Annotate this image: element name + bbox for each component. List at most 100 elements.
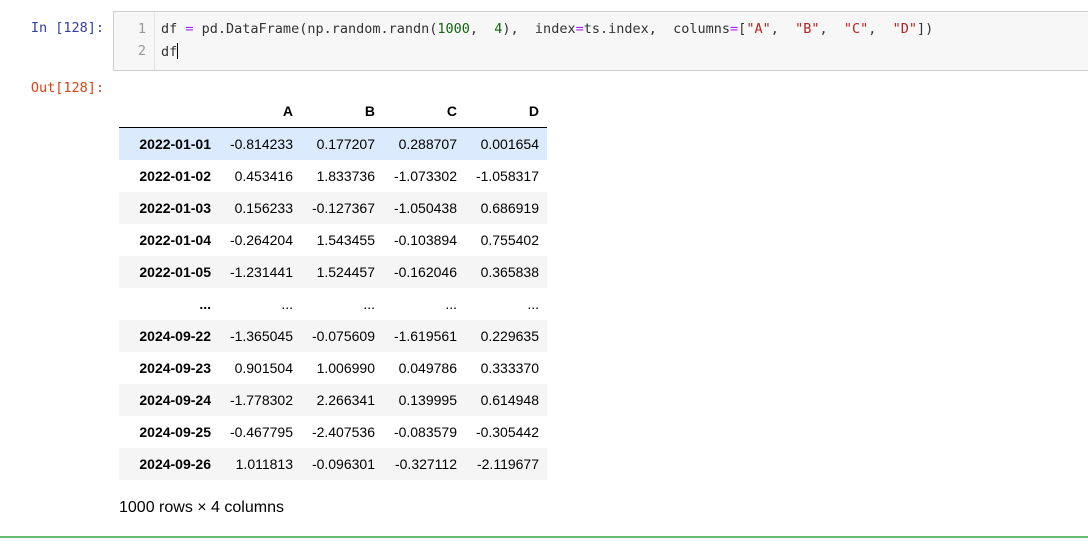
output-prompt: Out[128]: (30, 80, 104, 96)
table-cell: 0.755402 (480, 232, 539, 248)
table-cell: 0.156233 (234, 200, 293, 216)
column-header: D (465, 95, 547, 128)
table-row: 2022-01-01 -0.814233 0.177207 0.288707 0.001… (119, 127, 547, 160)
code-token: = (185, 21, 194, 37)
table-cell: 1.006990 (316, 360, 375, 376)
table-cell: -0.103894 (393, 232, 457, 248)
code-token: "A" (746, 21, 771, 37)
table-cell: 1.833736 (316, 168, 375, 184)
table-cell: -0.305442 (475, 424, 539, 440)
row-index-label: 2022-01-03 (139, 200, 211, 216)
table-cell: ... (445, 296, 457, 312)
table-row: 2022-01-04 -0.264204 1.543455 -0.103894 0.75… (119, 224, 547, 256)
notebook-cell[interactable]: In [128]: 1 2 df = pd.DataFrame(np.rando… (0, 0, 1088, 538)
column-header: C (383, 95, 465, 128)
table-cell: -0.075609 (311, 328, 375, 344)
table-cell: 0.686919 (480, 200, 539, 216)
code-token: = (730, 21, 739, 37)
table-cell: -0.162046 (393, 264, 457, 280)
row-index-label: 2022-01-01 (139, 136, 211, 152)
code-token: "D" (892, 21, 918, 37)
table-cell: 0.049786 (398, 360, 457, 376)
table-cell: -2.407536 (311, 424, 375, 440)
table-cell: -1.778302 (229, 392, 293, 408)
row-index-label: 2024-09-22 (139, 328, 211, 344)
table-cell: -0.096301 (311, 456, 375, 472)
code-line-1[interactable]: df = pd.DataFrame(np.random.randn(1000, … (161, 21, 933, 37)
table-cell: -0.264204 (229, 232, 293, 248)
table-row: 2024-09-26 1.011813 -0.096301 -0.327112 -2.1… (119, 448, 547, 480)
code-token: , (868, 21, 893, 37)
table-cell: -1.619561 (393, 328, 457, 344)
table-cell: 0.001654 (480, 136, 539, 152)
code-input-area[interactable]: 1 2 df = pd.DataFrame(np.random.randn(10… (113, 11, 1088, 71)
table-cell: -0.327112 (394, 456, 457, 472)
row-index-label: 2022-01-02 (139, 168, 211, 184)
text-cursor (177, 43, 179, 59)
table-cell: -1.231441 (229, 264, 293, 280)
line-number-gutter: 1 2 (114, 12, 155, 70)
table-row: 2022-01-03 0.156233 -0.127367 -1.050438 0.68… (119, 192, 547, 224)
row-index-label: 2024-09-25 (139, 424, 211, 440)
row-index-label: 2022-01-05 (139, 264, 211, 280)
table-cell: 0.453416 (234, 168, 293, 184)
table-cell: ... (281, 296, 293, 312)
table-cell: 0.614948 (480, 392, 539, 408)
table-cell: 1.543455 (316, 232, 375, 248)
line-number: 2 (137, 43, 146, 59)
table-cell: 1.011813 (235, 456, 293, 472)
code-token: "C" (843, 21, 869, 37)
table-cell: 2.266341 (316, 392, 375, 408)
table-cell: 0.365838 (480, 264, 539, 280)
code-token: , (770, 21, 796, 37)
table-cell: 0.139995 (398, 392, 457, 408)
table-cell: -0.467795 (229, 424, 293, 440)
code-token: , (469, 21, 495, 37)
row-index-label: 2022-01-04 (139, 232, 211, 248)
table-cell: -0.814233 (229, 136, 293, 152)
row-index-label: 2024-09-23 (139, 360, 211, 376)
table-cell: -0.083579 (393, 424, 457, 440)
table-row: 2022-01-05 -1.231441 1.524457 -0.162046 0.36… (119, 256, 547, 288)
code-token: = (575, 21, 584, 37)
table-row: ............... (119, 288, 547, 320)
table-cell: ... (527, 296, 539, 312)
column-header: A (219, 95, 301, 128)
table-cell: -1.050438 (393, 200, 457, 216)
table-cell: -1.365045 (229, 328, 293, 344)
line-number: 1 (137, 21, 146, 37)
table-cell: 0.288707 (398, 136, 457, 152)
table-cell: 0.901504 (234, 360, 293, 376)
table-header-row: A B C D (119, 95, 547, 128)
code-token: df (161, 44, 178, 60)
column-header (119, 95, 219, 128)
table-row: 2024-09-22 -1.365045 -0.075609 -1.619561 0.2… (119, 320, 547, 352)
row-index-label: 2024-09-26 (139, 456, 211, 472)
table-cell: -0.127367 (311, 200, 375, 216)
code-token: 1000 (437, 21, 470, 37)
table-row: 2024-09-23 0.901504 1.006990 0.049786 0.3333… (119, 352, 547, 384)
table-cell: -2.119677 (476, 456, 539, 472)
dataframe-table: A B C D 2022-01-01 -0.814233 0.177207 0.288… (119, 95, 547, 480)
code-token: ), index (502, 21, 576, 37)
table-row: 2022-01-02 0.453416 1.833736 -1.073302 -1.05… (119, 160, 547, 192)
table-cell: ... (363, 296, 375, 312)
code-token: ts.index, columns (583, 21, 731, 37)
row-index-label: ... (199, 296, 211, 312)
table-cell: -1.073302 (393, 168, 457, 184)
code-token: , (819, 21, 844, 37)
table-cell: 0.333370 (480, 360, 539, 376)
table-row: 2024-09-24 -1.778302 2.266341 0.139995 0.614… (119, 384, 547, 416)
dataframe-shape-summary: 1000 rows × 4 columns (119, 499, 284, 516)
table-cell: 1.524457 (316, 264, 375, 280)
input-prompt: In [128]: (30, 20, 104, 36)
code-token: "B" (795, 21, 820, 37)
column-header: B (301, 95, 383, 128)
table-cell: 0.229635 (480, 328, 539, 344)
code-line-2[interactable]: df (161, 43, 179, 60)
row-index-label: 2024-09-24 (139, 392, 211, 408)
table-cell: -1.058317 (475, 168, 539, 184)
table-cell: 0.177207 (316, 136, 375, 152)
code-token: df (161, 21, 186, 37)
table-row: 2024-09-25 -0.467795 -2.407536 -0.083579 -0.… (119, 416, 547, 448)
